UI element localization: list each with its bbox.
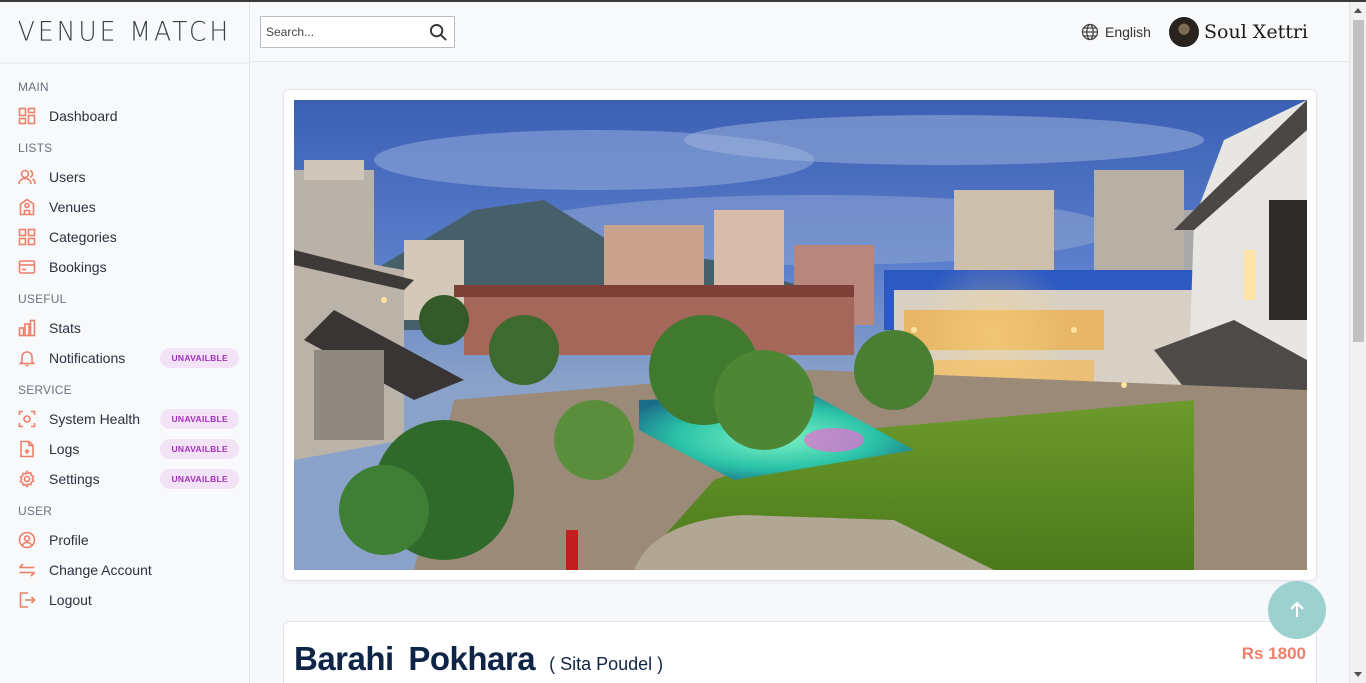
sidebar-item-label: Users: [49, 169, 86, 185]
language-selector[interactable]: English: [1081, 23, 1151, 41]
scroll-down-arrow[interactable]: [1354, 672, 1362, 677]
section-title-user: USER: [18, 504, 53, 518]
sidebar-item-venues[interactable]: Venues: [18, 192, 249, 222]
swap-icon: [18, 561, 36, 579]
gear-icon: [18, 470, 36, 488]
file-icon: [18, 440, 36, 458]
sidebar-item-stats[interactable]: Stats: [18, 313, 249, 343]
sidebar-item-logs[interactable]: Logs UNAVAILBLE: [18, 434, 249, 464]
sidebar-item-system-health[interactable]: System Health UNAVAILBLE: [18, 404, 249, 434]
search-box: [260, 16, 455, 48]
sidebar-item-label: Categories: [49, 229, 117, 245]
logout-icon: [18, 591, 36, 609]
users-icon: [18, 168, 36, 186]
status-badge: UNAVAILBLE: [160, 469, 239, 489]
sidebar-item-bookings[interactable]: Bookings: [18, 252, 249, 282]
sidebar-item-label: Dashboard: [49, 108, 118, 124]
user-menu[interactable]: Soul Xettri: [1169, 17, 1308, 47]
building-icon: [18, 198, 36, 216]
sidebar-item-label: Logout: [49, 592, 92, 608]
section-title-useful: USEFUL: [18, 292, 67, 306]
sidebar-item-change-account[interactable]: Change Account: [18, 555, 249, 585]
sidebar-item-label: Change Account: [49, 562, 152, 578]
venue-name: Barahi Pokhara: [294, 640, 536, 677]
venue-photo: [294, 100, 1307, 570]
status-badge: UNAVAILBLE: [160, 409, 239, 429]
sidebar-item-label: Settings: [49, 471, 100, 487]
card-icon: [18, 258, 36, 276]
sidebar: VENUE MATCH MAIN Dashboard LISTS Users V…: [0, 2, 250, 683]
search-input[interactable]: [261, 25, 421, 39]
sidebar-item-label: Profile: [49, 532, 89, 548]
user-name: Soul Xettri: [1204, 21, 1309, 43]
venue-detail-card: Barahi Pokhara ( Sita Poudel ) Rs 1800: [283, 621, 1317, 683]
sidebar-item-categories[interactable]: Categories: [18, 222, 249, 252]
grid-icon: [18, 228, 36, 246]
grid-icon: [18, 107, 36, 125]
sidebar-item-dashboard[interactable]: Dashboard: [18, 101, 249, 131]
bell-icon: [18, 349, 36, 367]
sidebar-item-logout[interactable]: Logout: [18, 585, 249, 615]
sidebar-item-users[interactable]: Users: [18, 162, 249, 192]
section-title-service: SERVICE: [18, 383, 72, 397]
search-icon[interactable]: [429, 23, 448, 42]
sidebar-item-label: Bookings: [49, 259, 107, 275]
venue-title: Barahi Pokhara ( Sita Poudel ): [294, 640, 663, 678]
bar-chart-icon: [18, 319, 36, 337]
scroll-to-top-button[interactable]: [1268, 581, 1326, 639]
sidebar-item-label: Venues: [49, 199, 96, 215]
sidebar-item-label: Notifications: [49, 350, 126, 366]
arrow-up-icon: [1290, 601, 1304, 617]
section-title-lists: LISTS: [18, 141, 53, 155]
globe-icon: [1081, 23, 1099, 41]
app-logo[interactable]: VENUE MATCH: [0, 1, 249, 64]
language-label: English: [1105, 24, 1151, 40]
topbar: English Soul Xettri: [250, 2, 1349, 62]
scan-icon: [18, 410, 36, 428]
venue-image-card: [283, 89, 1317, 581]
sidebar-item-label: System Health: [49, 411, 141, 427]
scrollbar-thumb[interactable]: [1353, 20, 1364, 342]
avatar[interactable]: [1169, 17, 1199, 47]
scroll-up-arrow[interactable]: [1354, 8, 1362, 13]
user-circle-icon: [18, 531, 36, 549]
sidebar-item-label: Stats: [49, 320, 81, 336]
sidebar-item-profile[interactable]: Profile: [18, 525, 249, 555]
sidebar-menu: MAIN Dashboard LISTS Users Venues Catego…: [0, 62, 249, 615]
sidebar-item-notifications[interactable]: Notifications UNAVAILBLE: [18, 343, 249, 373]
page-scrollbar[interactable]: [1349, 2, 1366, 683]
sidebar-item-label: Logs: [49, 441, 80, 457]
venue-price: Rs 1800: [1241, 644, 1306, 663]
sidebar-item-settings[interactable]: Settings UNAVAILBLE: [18, 464, 249, 494]
status-badge: UNAVAILBLE: [160, 439, 239, 459]
section-title-main: MAIN: [18, 80, 49, 94]
status-badge: UNAVAILBLE: [160, 348, 239, 368]
venue-owner: ( Sita Poudel ): [549, 654, 664, 674]
